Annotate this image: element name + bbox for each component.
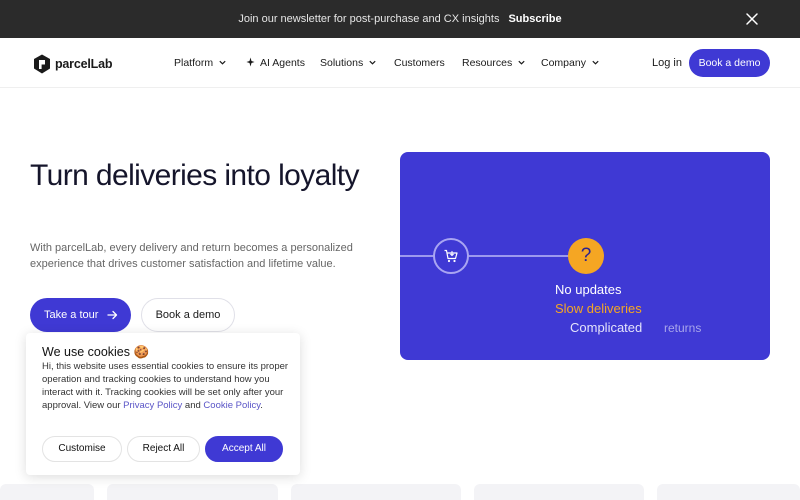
cart-node <box>433 238 469 274</box>
nav-item-platform[interactable]: Platform <box>174 38 227 88</box>
cookie-banner: We use cookies 🍪 Hi, this website uses e… <box>26 333 300 475</box>
cookie-text: Hi, this website uses essential cookies … <box>42 360 292 412</box>
question-icon: ? <box>568 238 604 274</box>
nav-item-resources[interactable]: Resources <box>462 38 526 88</box>
nav-item-label: Platform <box>174 57 214 69</box>
pain-point-returns: returns <box>664 321 702 335</box>
nav-item-label: Resources <box>462 57 513 69</box>
nav-item-ai-agents[interactable]: AI Agents <box>246 38 305 88</box>
hero-subtitle: With parcelLab, every delivery and retur… <box>30 242 353 270</box>
logo-text: parcelLab <box>55 57 113 71</box>
accept-all-button[interactable]: Accept All <box>205 436 283 462</box>
connector-line <box>400 255 580 257</box>
cookie-period: . <box>260 400 263 411</box>
pain-point-complicated: Complicated <box>570 320 643 335</box>
customise-button[interactable]: Customise <box>42 436 122 462</box>
sparkle-icon <box>246 57 255 67</box>
announcement-message: Join our newsletter for post-purchase an… <box>238 13 500 25</box>
partial-card <box>474 484 644 500</box>
nav-item-customers[interactable]: Customers <box>394 38 445 88</box>
announcement-bar: Join our newsletter for post-purchase an… <box>0 0 800 38</box>
arrow-right-icon <box>107 310 118 320</box>
privacy-policy-link[interactable]: Privacy Policy <box>123 400 182 411</box>
hero-illustration: ? No updates Slow deliveries Complicated… <box>400 152 770 360</box>
reject-all-button[interactable]: Reject All <box>127 436 200 462</box>
cookie-emoji-icon: 🍪 <box>133 345 150 359</box>
take-tour-button[interactable]: Take a tour <box>30 298 131 332</box>
nav-item-label: Solutions <box>320 57 364 69</box>
nav-item-solutions[interactable]: Solutions <box>320 38 377 88</box>
take-tour-label: Take a tour <box>44 309 99 321</box>
partial-card <box>0 484 94 500</box>
nav-item-label: Customers <box>394 57 445 69</box>
hero-book-demo-button[interactable]: Book a demo <box>141 298 235 332</box>
book-demo-button[interactable]: Book a demo <box>689 49 770 77</box>
pain-point-slow-deliveries: Slow deliveries <box>555 301 642 316</box>
hero-title: Turn deliveries into loyalty <box>30 159 360 192</box>
chevron-down-icon <box>592 60 599 65</box>
close-icon[interactable] <box>744 11 760 27</box>
subscribe-link[interactable]: Subscribe <box>508 13 561 25</box>
cookie-and: and <box>184 400 201 411</box>
parcellab-logo-icon <box>34 54 50 74</box>
cookie-title-text: We use cookies <box>42 345 131 359</box>
nav-item-label: Company <box>541 57 586 69</box>
logo[interactable]: parcelLab <box>32 52 112 76</box>
partial-card <box>107 484 278 500</box>
cart-icon <box>444 249 458 263</box>
chevron-down-icon <box>219 60 226 65</box>
announcement-content: Join our newsletter for post-purchase an… <box>0 0 800 38</box>
login-link[interactable]: Log in <box>652 38 682 88</box>
partial-card <box>291 484 461 500</box>
chevron-down-icon <box>518 60 525 65</box>
nav-item-label: AI Agents <box>260 57 305 69</box>
main-navigation: parcelLab Platform AI Agents Solutions C… <box>0 38 800 88</box>
partial-card <box>657 484 800 500</box>
nav-item-company[interactable]: Company <box>541 38 600 88</box>
chevron-down-icon <box>369 60 376 65</box>
cookie-policy-link[interactable]: Cookie Policy <box>203 400 260 411</box>
pain-point-no-updates: No updates <box>555 282 622 297</box>
cookie-title: We use cookies 🍪 <box>42 345 149 360</box>
